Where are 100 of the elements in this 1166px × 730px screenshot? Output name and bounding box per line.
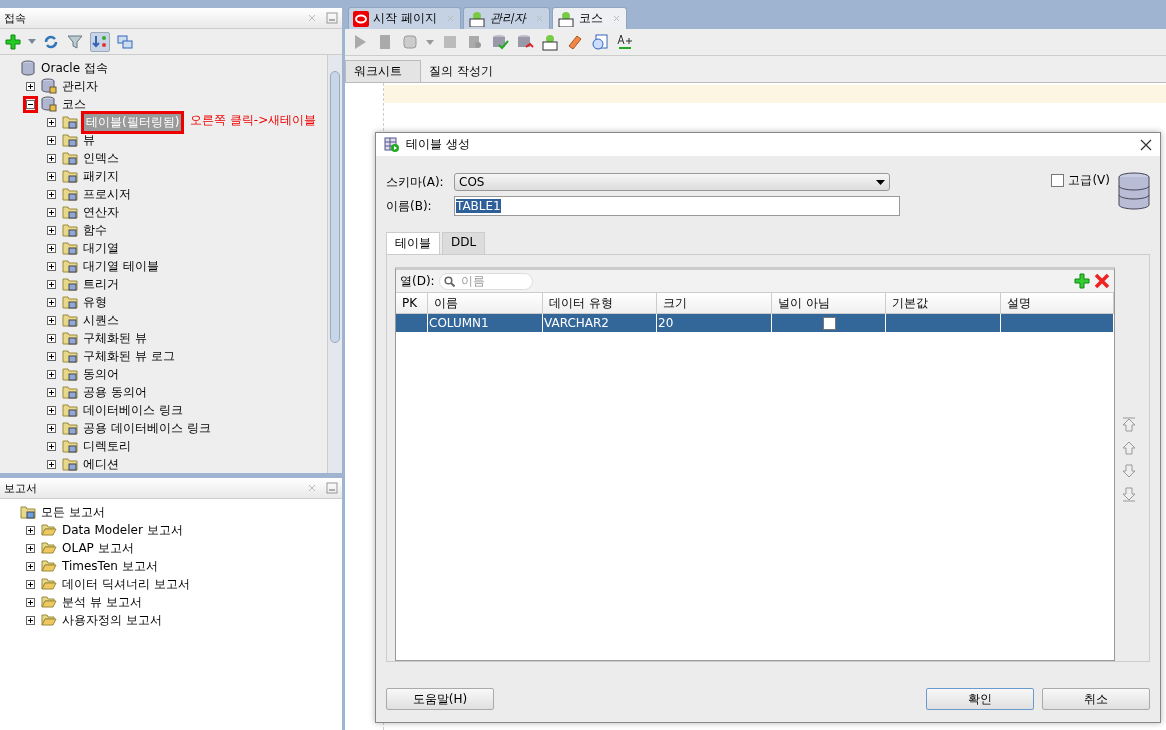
tree-item[interactable]: 데이터베이스 링크 (81, 401, 185, 419)
folder-icon (62, 312, 78, 328)
tree-item[interactable]: 코스 (60, 95, 88, 113)
name-input[interactable]: TABLE1 (454, 196, 900, 216)
sql-worksheet-icon (556, 10, 575, 27)
column-header[interactable]: 데이터 유형 (543, 292, 657, 314)
checkbox-label[interactable]: 고급(V) (1068, 171, 1110, 189)
editor-tab[interactable]: 관리자 (462, 7, 550, 29)
panel-title: 접속 (4, 10, 27, 26)
database-connection-icon (41, 96, 57, 112)
dialog-tab[interactable]: DDL (442, 232, 486, 254)
magnifier-icon[interactable] (466, 33, 484, 51)
move-bottom-icon[interactable] (1121, 486, 1137, 502)
folder-icon (62, 438, 78, 454)
schema-dropdown[interactable]: COS (454, 173, 890, 191)
column-header[interactable]: 설명 (1001, 292, 1114, 314)
tree-item[interactable]: 사용자정의 보고서 (60, 611, 164, 629)
tree-item[interactable]: 뷰 (81, 131, 97, 149)
dialog-button[interactable]: 도움말(H) (386, 688, 494, 710)
case-toggle-icon[interactable] (616, 33, 634, 51)
tree-item[interactable]: 동의어 (81, 365, 121, 383)
tree-item[interactable]: 유형 (81, 293, 109, 311)
tree-item[interactable]: 구체화된 뷰 (81, 329, 149, 347)
tree-item[interactable]: 분석 뷰 보고서 (60, 593, 144, 611)
advanced-checkbox[interactable] (1051, 173, 1065, 187)
folder-icon (62, 150, 78, 166)
dialog-button[interactable]: 취소 (1042, 688, 1150, 710)
field-label: 스키마(A): (386, 173, 445, 191)
annotation-note: 오른쪽 클릭->새테이블 (190, 112, 317, 129)
folder-icon (62, 186, 78, 202)
rollback-icon[interactable] (516, 33, 534, 51)
folder-icon (62, 348, 78, 364)
folder-icon (62, 114, 78, 130)
scrollbar[interactable] (327, 55, 342, 473)
column-header[interactable]: 널이 아님 (772, 292, 886, 314)
sql-worksheet-icon[interactable] (541, 33, 559, 51)
delete-column-icon[interactable] (1094, 273, 1110, 289)
column-header[interactable]: 이름 (428, 292, 543, 314)
open-folder-icon (41, 559, 57, 573)
editor-tab[interactable]: 시작 페이지 (348, 7, 461, 29)
field-label: 열(D): (400, 272, 435, 290)
editor-tab[interactable]: 코스 (551, 7, 627, 29)
tree-item[interactable]: 공용 동의어 (81, 383, 149, 401)
caret-icon[interactable] (426, 39, 434, 45)
tree-item[interactable]: 구체화된 뷰 로그 (81, 347, 177, 365)
database-icon (20, 60, 36, 76)
eraser-icon[interactable] (566, 33, 584, 51)
tree-item[interactable]: 에디션 (81, 455, 121, 473)
tree-item[interactable]: 관리자 (60, 77, 100, 95)
tree-item[interactable]: 인덱스 (81, 149, 121, 167)
column-header[interactable]: 기본값 (886, 292, 1001, 314)
folder-icon (62, 204, 78, 220)
dialog-title: 테이블 생성 (406, 136, 471, 153)
worksheet-tab[interactable]: 워크시트 (345, 60, 421, 82)
commit-icon[interactable] (491, 33, 509, 51)
tree-item[interactable]: TimesTen 보고서 (60, 557, 160, 575)
tree-item[interactable]: Data Modeler 보고서 (60, 521, 185, 539)
move-down-icon[interactable] (1121, 463, 1137, 479)
dialog-tab[interactable]: 테이블 (386, 232, 440, 254)
tree-item[interactable]: Oracle 접속 (39, 59, 110, 77)
open-folder-icon (41, 595, 57, 609)
folder-icon (62, 276, 78, 292)
tree-item[interactable]: 프로시저 (81, 185, 133, 203)
tree-item[interactable]: OLAP 보고서 (60, 539, 136, 557)
tree-item[interactable]: 트리거 (81, 275, 121, 293)
move-up-icon[interactable] (1121, 440, 1137, 456)
tree-item[interactable]: 연산자 (81, 203, 121, 221)
search-icon (443, 275, 455, 287)
table-icon (384, 136, 400, 153)
column-header[interactable]: 크기 (657, 292, 772, 314)
tree-item[interactable]: 디렉토리 (81, 437, 133, 455)
caret-icon[interactable] (28, 39, 36, 44)
column-header[interactable]: PK (396, 292, 428, 314)
oracle-logo-icon (353, 10, 369, 27)
windows-icon[interactable] (116, 32, 134, 51)
tree-item[interactable]: 대기열 (81, 239, 121, 257)
tree-item[interactable]: 함수 (81, 221, 109, 239)
not-null-checkbox[interactable] (822, 316, 836, 330)
tree-item[interactable]: 모든 보고서 (39, 503, 107, 521)
add-column-icon[interactable] (1074, 273, 1090, 289)
filter-icon[interactable] (66, 32, 84, 51)
folder-icon (62, 168, 78, 184)
dialog-button[interactable]: 확인 (926, 688, 1034, 710)
close-icon[interactable] (1140, 138, 1152, 151)
tree-item[interactable]: 데이터 딕셔너리 보고서 (60, 575, 192, 593)
open-folder-icon (41, 523, 57, 537)
collapse-toggle[interactable] (23, 95, 38, 113)
tree-item[interactable]: 대기열 테이블 (81, 257, 161, 275)
move-top-icon[interactable] (1121, 417, 1137, 433)
tree-item[interactable]: 시퀀스 (81, 311, 121, 329)
tree-item[interactable]: 공용 데이터베이스 링크 (81, 419, 213, 437)
folder-icon (62, 258, 78, 274)
folder-icon (62, 132, 78, 148)
worksheet-tab[interactable]: 질의 작성기 (421, 61, 501, 82)
explain-plan-icon[interactable] (401, 33, 419, 51)
schema-browser-icon[interactable] (90, 31, 110, 52)
folder-icon (62, 366, 78, 382)
tree-item[interactable]: 패키지 (81, 167, 121, 185)
plus-icon[interactable] (4, 32, 22, 51)
history-icon[interactable] (591, 33, 609, 51)
